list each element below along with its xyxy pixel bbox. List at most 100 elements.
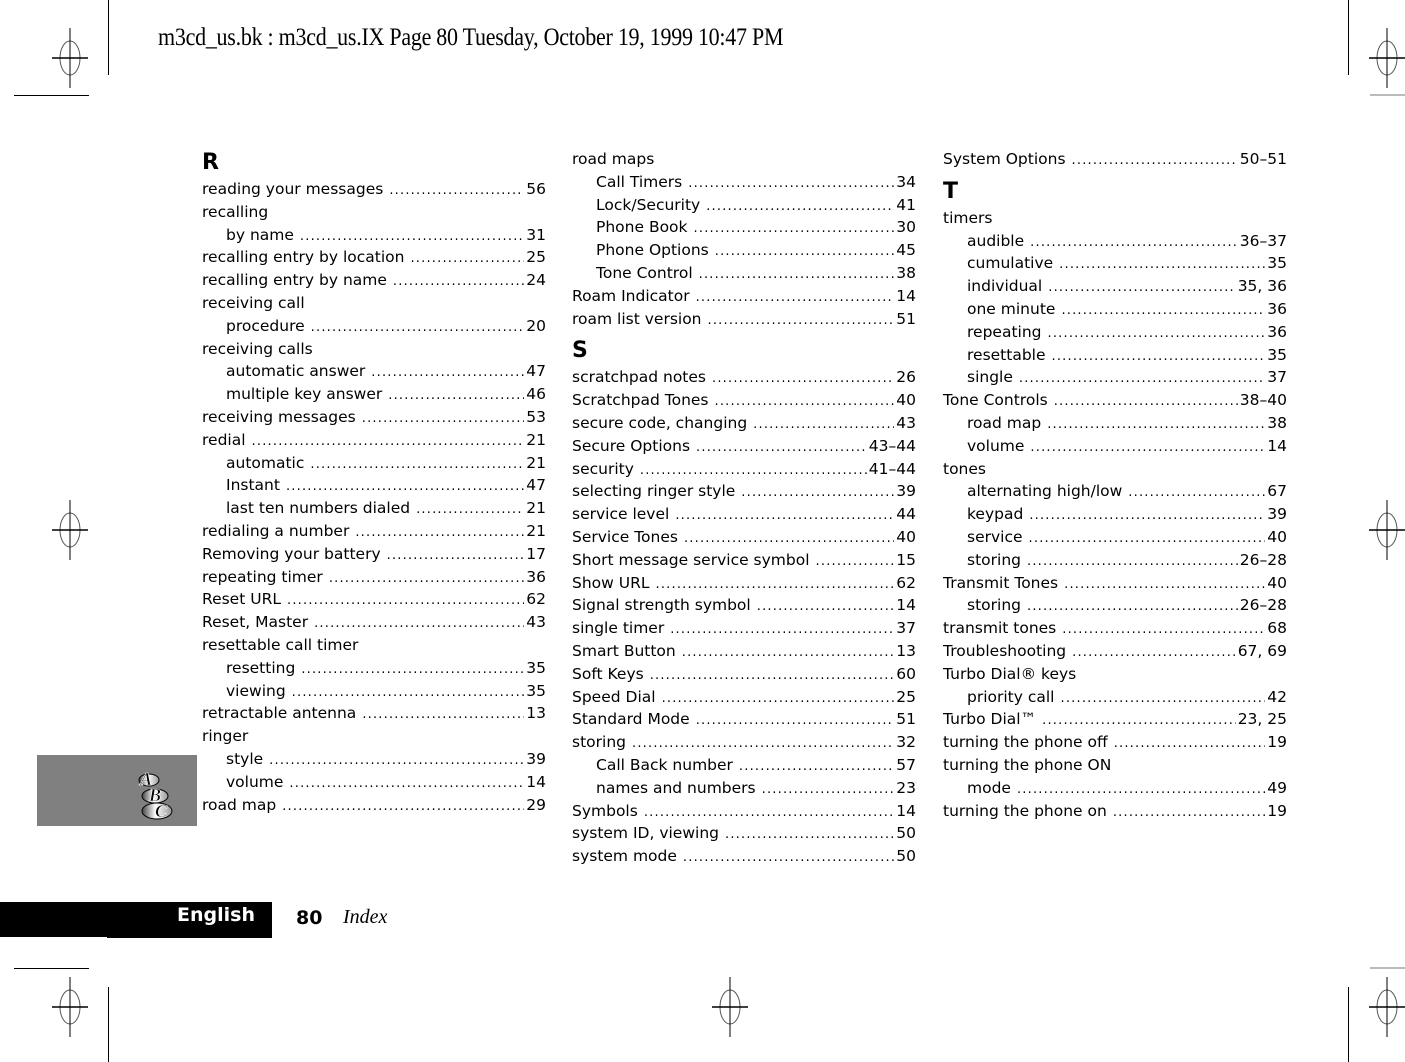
index-entry: service level 44 <box>572 503 916 526</box>
dot-leader <box>292 682 525 705</box>
index-term: transmit tones <box>943 619 1057 638</box>
dot-leader <box>362 704 524 727</box>
index-term: Tone Controls <box>943 391 1048 410</box>
page-reference: 38–40 <box>1239 391 1287 410</box>
page-reference: 37 <box>1267 368 1287 387</box>
page-reference: 40 <box>896 527 916 546</box>
page-reference: 50–51 <box>1239 150 1287 168</box>
crop-mark <box>1348 0 1349 75</box>
dot-leader <box>1027 551 1238 574</box>
page-reference: 21 <box>526 453 546 472</box>
dot-leader <box>1062 619 1265 642</box>
index-entry: security 41–44 <box>572 458 916 481</box>
index-subentry: storing 26–28 <box>943 594 1287 617</box>
index-entry: recalling <box>202 201 546 224</box>
page-reference: 46 <box>526 385 546 404</box>
index-subentry: names and numbers 23 <box>572 777 916 800</box>
index-term: Call Timers <box>596 172 683 191</box>
dot-leader <box>644 802 894 825</box>
index-term: Show URL <box>572 573 650 592</box>
registration-mark-icon <box>712 977 748 1037</box>
index-term: alternating high/low <box>967 482 1123 501</box>
page-reference: 47 <box>526 476 546 495</box>
index-subentry: audible 36–37 <box>943 230 1287 253</box>
index-entry: repeating timer 36 <box>202 566 546 589</box>
dot-leader <box>1029 528 1266 551</box>
index-term: system ID, viewing <box>572 824 719 843</box>
registration-mark-icon <box>1369 977 1405 1037</box>
index-term: turning the phone on <box>943 801 1107 820</box>
registration-mark-icon <box>52 28 88 88</box>
dot-leader <box>1072 642 1236 665</box>
dot-leader <box>301 659 524 682</box>
index-term: scratchpad notes <box>572 368 706 387</box>
dot-leader <box>252 431 525 454</box>
dot-leader <box>1113 802 1265 825</box>
page-reference: 40 <box>896 391 916 410</box>
index-term: Service Tones <box>572 527 678 546</box>
index-entry: roam list version 51 <box>572 308 916 331</box>
page-reference: 35 <box>1267 254 1287 273</box>
index-entry: Removing your battery 17 <box>202 543 546 566</box>
dot-leader <box>1052 346 1266 369</box>
index-subentry: road map 38 <box>943 412 1287 435</box>
index-term: Turbo Dial® keys <box>943 664 1077 683</box>
index-term: Secure Options <box>572 436 691 455</box>
dot-leader <box>286 476 524 499</box>
footer-bar-notch <box>0 937 107 939</box>
index-subentry: Phone Book 30 <box>572 216 916 239</box>
index-subentry: by name 31 <box>202 224 546 247</box>
index-term: ringer <box>202 727 249 746</box>
page-reference: 36 <box>1267 322 1287 341</box>
page-reference: 39 <box>526 749 546 768</box>
page-reference: 50 <box>896 847 916 866</box>
dot-leader <box>393 271 524 294</box>
page-reference: 49 <box>1267 778 1287 797</box>
index-term: priority call <box>967 687 1055 706</box>
index-entry: scratchpad notes 26 <box>572 366 916 389</box>
index-entry: Short message service symbol 15 <box>572 549 916 572</box>
page-reference: 60 <box>896 664 916 683</box>
index-entry: timers <box>943 207 1287 230</box>
index-term: repeating timer <box>202 567 323 586</box>
dot-leader <box>696 710 895 733</box>
index-entry: turning the phone off 19 <box>943 731 1287 754</box>
dot-leader <box>741 482 894 505</box>
index-term: Smart Button <box>572 641 676 660</box>
index-entry: Transmit Tones 40 <box>943 572 1287 595</box>
page-reference: 26–28 <box>1239 550 1287 569</box>
index-subentry: cumulative 35 <box>943 252 1287 275</box>
dot-leader <box>387 545 525 568</box>
index-term: recalling <box>202 202 269 221</box>
page-reference: 21 <box>526 430 546 449</box>
index-term: resettable <box>967 345 1046 364</box>
dot-leader <box>1047 414 1265 437</box>
index-entry: transmit tones 68 <box>943 617 1287 640</box>
index-entry: System Options 50–51 <box>943 148 1287 171</box>
index-term: Turbo Dial™ <box>943 710 1037 729</box>
dot-leader <box>1061 688 1266 711</box>
index-subentry: automatic 21 <box>202 452 546 475</box>
index-entry: secure code, changing 43 <box>572 412 916 435</box>
footer-language-label: English <box>177 904 255 926</box>
dot-leader <box>1027 596 1238 619</box>
index-entry: recalling entry by location 25 <box>202 246 546 269</box>
crop-mark <box>108 0 109 75</box>
page-reference: 43 <box>526 613 546 632</box>
index-term: style <box>226 749 264 768</box>
page-reference: 30 <box>896 218 916 237</box>
page-reference: 39 <box>896 482 916 501</box>
dot-leader <box>1054 391 1238 414</box>
dot-leader <box>656 574 895 597</box>
page-reference: 26–28 <box>1239 596 1287 615</box>
index-term: recalling entry by location <box>202 248 405 267</box>
index-term: Speed Dial <box>572 687 656 706</box>
index-term: receiving calls <box>202 339 313 358</box>
page-reference: 19 <box>1267 733 1287 752</box>
index-entry: turning the phone on 19 <box>943 800 1287 823</box>
index-entry: Tone Controls 38–40 <box>943 389 1287 412</box>
index-term: volume <box>226 772 284 791</box>
index-term: tones <box>943 459 986 478</box>
index-subentry: priority call 42 <box>943 686 1287 709</box>
index-entry: resettable call timer <box>202 634 546 657</box>
